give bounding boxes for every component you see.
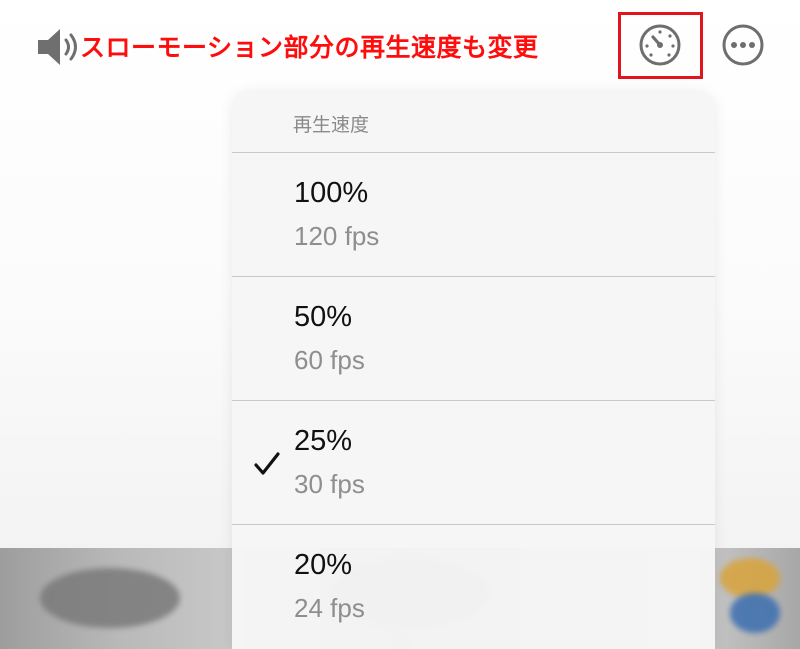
speed-option-fps: 120 fps [294, 221, 380, 251]
speaker-wave-icon[interactable] [36, 26, 86, 68]
speed-option-label: 100% [294, 177, 369, 209]
speed-option-20[interactable]: 20% 24 fps [232, 525, 715, 649]
playback-speed-menu: 再生速度 100% 120 fps 50% 60 fps 25% 30 fps … [232, 90, 715, 649]
speed-option-label: 25% [294, 425, 353, 457]
speed-option-fps: 24 fps [294, 593, 365, 623]
speed-option-label: 20% [294, 549, 353, 581]
checkmark-icon [254, 452, 280, 475]
playback-speed-button[interactable] [637, 22, 683, 68]
annotation-callout: スローモーション部分の再生速度も変更 [80, 33, 539, 62]
speed-option-fps: 30 fps [294, 469, 365, 499]
speed-option-25[interactable]: 25% 30 fps [232, 401, 715, 525]
speedometer-icon [639, 24, 681, 66]
speed-option-50[interactable]: 50% 60 fps [232, 277, 715, 401]
speed-option-100[interactable]: 100% 120 fps [232, 153, 715, 277]
menu-title: 再生速度 [232, 90, 715, 153]
more-options-button[interactable] [721, 23, 765, 67]
ellipsis-circle-icon [722, 24, 764, 66]
speed-option-fps: 60 fps [294, 345, 365, 375]
speed-option-label: 50% [294, 301, 353, 333]
